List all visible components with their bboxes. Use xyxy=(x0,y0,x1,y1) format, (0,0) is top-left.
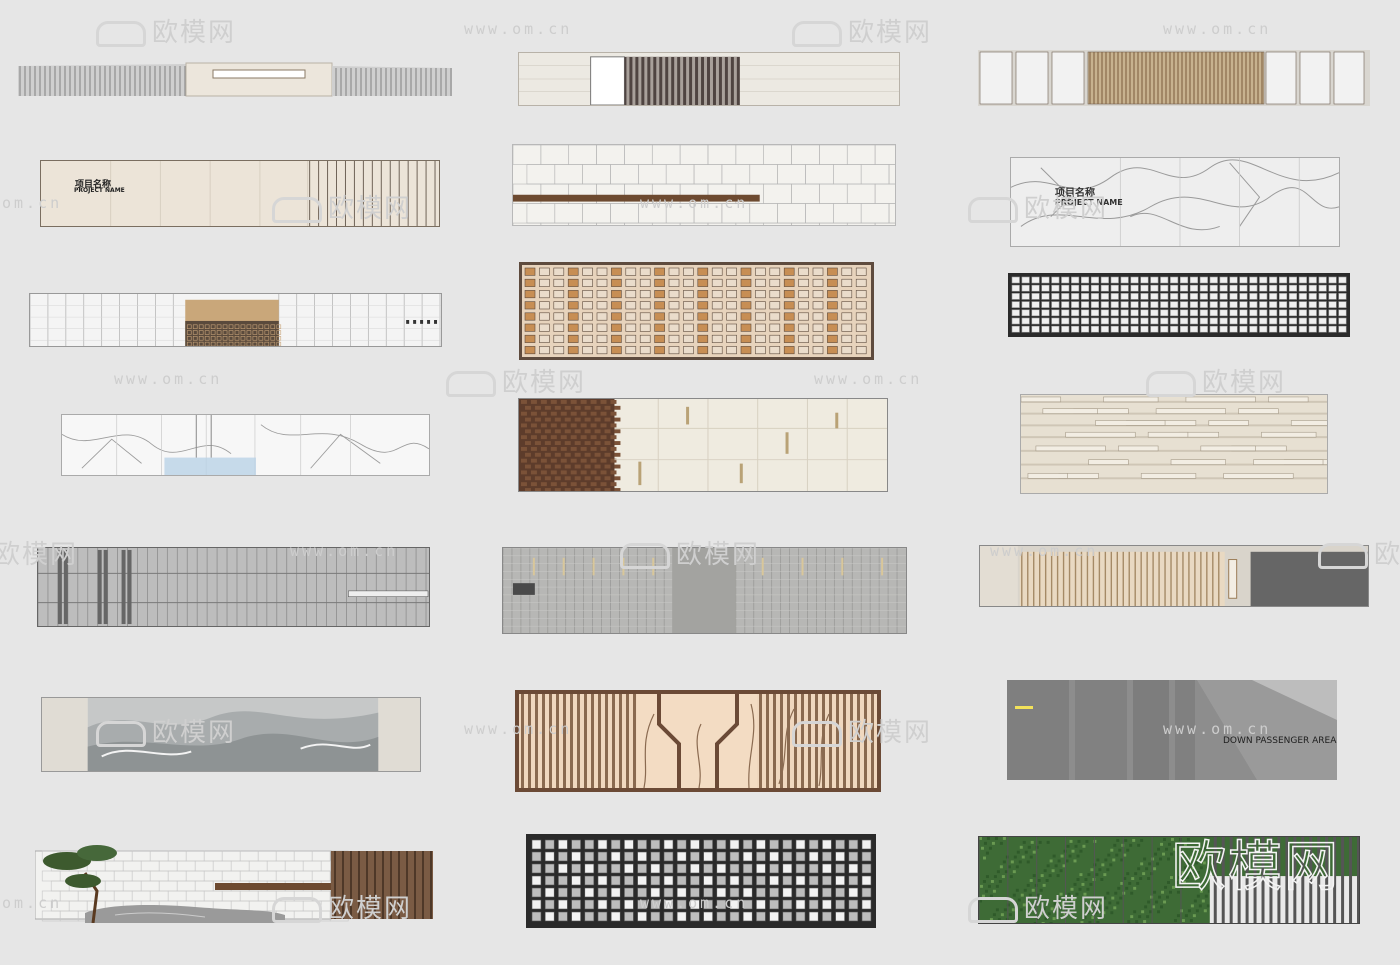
project-name-en: PROJECT NAME xyxy=(74,187,125,194)
watermark-url: www.om.cn xyxy=(990,542,1099,560)
wall-panel-20 xyxy=(526,834,876,928)
wall-panel-17 xyxy=(515,690,881,792)
watermark-brand: 欧模网 xyxy=(792,12,932,49)
watermark-url: www.om.cn xyxy=(814,370,923,388)
wall-panel-11 xyxy=(518,398,888,492)
watermark-url-edge: om.cn xyxy=(2,894,63,912)
watermark-url: www.om.cn xyxy=(640,894,749,912)
watermark-brand-large: 欧模网 xyxy=(1171,834,1340,899)
wall-panel-4: 项目名称 PROJECT NAME xyxy=(40,160,440,227)
watermark-url: www.om.cn xyxy=(114,370,223,388)
wall-panel-19 xyxy=(35,843,433,923)
wall-panel-9 xyxy=(1008,273,1350,337)
watermark-brand: 欧模网 xyxy=(446,362,586,399)
sofa-logo-icon xyxy=(446,370,496,397)
wall-panel-16 xyxy=(41,697,421,772)
sofa-logo-icon xyxy=(792,20,842,47)
sofa-logo-icon xyxy=(1146,370,1196,397)
wall-panel-14 xyxy=(502,547,907,634)
watermark-url: www.om.cn xyxy=(1163,20,1272,38)
wall-panel-2 xyxy=(518,52,900,106)
wall-panel-12 xyxy=(1020,394,1328,494)
wall-panel-6: 项目名称 PROJECT NAME xyxy=(1010,157,1340,247)
marble-project-name-cn: 项目名称 xyxy=(1055,188,1095,199)
wall-panel-10 xyxy=(61,414,430,476)
watermark-url: www.om.cn xyxy=(290,542,399,560)
watermark-url: www.om.cn xyxy=(464,20,573,38)
wall-panel-7 xyxy=(29,293,442,347)
wall-panel-5 xyxy=(512,144,896,226)
wall-panel-8 xyxy=(519,262,874,360)
marble-project-name-en: PROJECT NAME xyxy=(1055,198,1123,207)
sofa-logo-icon xyxy=(96,20,146,47)
watermark-url-edge: om.cn xyxy=(2,194,63,212)
watermark-url: www.om.cn xyxy=(1163,720,1272,738)
wall-panel-3 xyxy=(978,50,1370,106)
wall-panel-1 xyxy=(18,58,452,98)
watermark-url: www.om.cn xyxy=(464,720,573,738)
watermark-url: www.om.cn xyxy=(640,194,749,212)
watermark-brand: 欧模网 xyxy=(96,12,236,49)
